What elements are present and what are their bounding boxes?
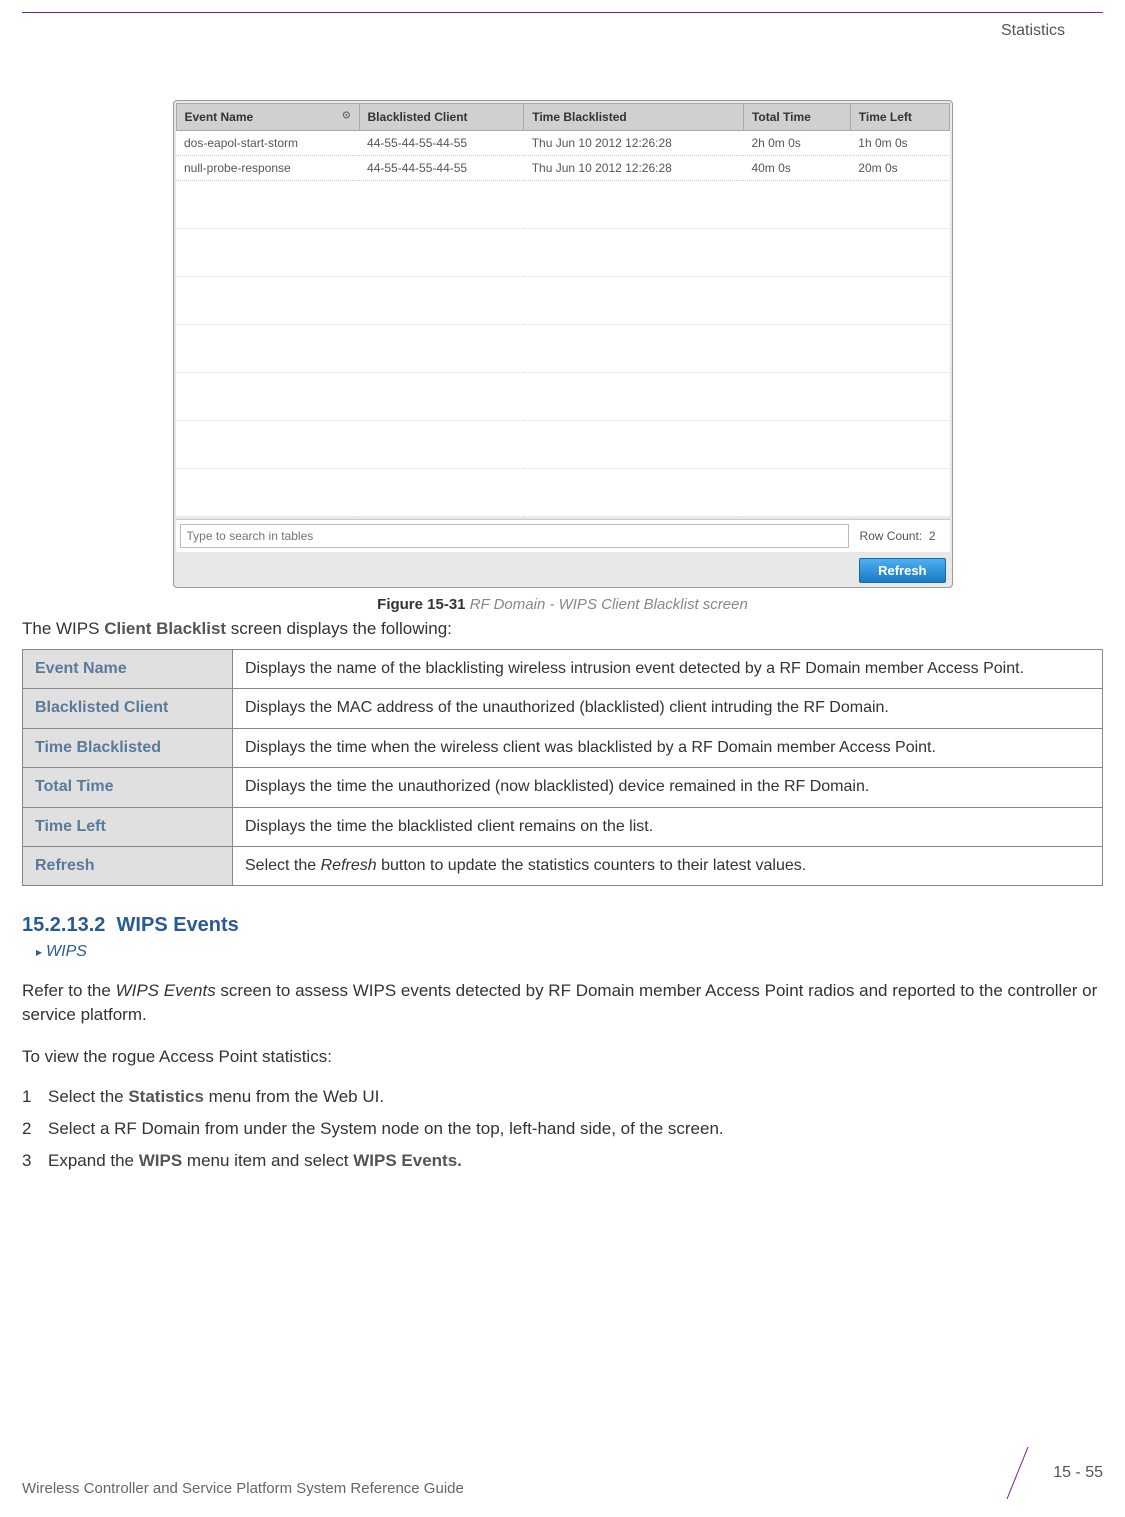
- desc-text: Displays the time the blacklisted client…: [233, 807, 1103, 846]
- table-row[interactable]: null-probe-response 44-55-44-55-44-55 Th…: [176, 156, 949, 181]
- table-row-empty: [176, 421, 949, 469]
- refresh-button[interactable]: Refresh: [859, 558, 945, 583]
- breadcrumb-arrow-icon: ▸: [36, 945, 42, 959]
- page-slash-icon: [993, 1449, 1041, 1497]
- footer-title: Wireless Controller and Service Platform…: [22, 1480, 464, 1497]
- sort-asc-icon: ⊙: [342, 110, 350, 121]
- screenshot-panel: Event Name⊙ Blacklisted Client Time Blac…: [173, 100, 953, 588]
- description-table: Event Name Displays the name of the blac…: [22, 649, 1103, 886]
- cell-timebl: Thu Jun 10 2012 12:26:28: [524, 156, 744, 181]
- step-number: 2: [22, 1119, 31, 1139]
- cell-client: 44-55-44-55-44-55: [359, 156, 524, 181]
- desc-label: Time Blacklisted: [23, 728, 233, 767]
- step-item: 2 Select a RF Domain from under the Syst…: [22, 1119, 1103, 1139]
- cell-total: 2h 0m 0s: [743, 131, 850, 156]
- page-footer: Wireless Controller and Service Platform…: [22, 1449, 1103, 1497]
- refresh-bar: Refresh: [176, 552, 950, 585]
- footer-right: 15 - 55: [993, 1449, 1103, 1497]
- col-time-blacklisted[interactable]: Time Blacklisted: [524, 104, 744, 131]
- figure-number: Figure 15-31: [377, 596, 465, 613]
- desc-text: Displays the time when the wireless clie…: [233, 728, 1103, 767]
- cell-timebl: Thu Jun 10 2012 12:26:28: [524, 131, 744, 156]
- table-row-empty: [176, 181, 949, 229]
- breadcrumb: ▸WIPS: [36, 943, 1103, 961]
- desc-text: Displays the MAC address of the unauthor…: [233, 689, 1103, 728]
- page-number: 15 - 55: [1053, 1464, 1103, 1482]
- paragraph: To view the rogue Access Point statistic…: [22, 1045, 1103, 1069]
- desc-text: Displays the name of the blacklisting wi…: [233, 650, 1103, 689]
- desc-label: Blacklisted Client: [23, 689, 233, 728]
- desc-label: Event Name: [23, 650, 233, 689]
- section-heading: 15.2.13.2 WIPS Events: [22, 914, 1103, 937]
- row-count-label: Row Count: 2: [849, 529, 945, 543]
- desc-text: Displays the time the unauthorized (now …: [233, 768, 1103, 807]
- table-row[interactable]: dos-eapol-start-storm 44-55-44-55-44-55 …: [176, 131, 949, 156]
- blacklist-table: Event Name⊙ Blacklisted Client Time Blac…: [176, 103, 950, 517]
- search-input[interactable]: [180, 524, 850, 548]
- table-footer: Row Count: 2: [176, 519, 950, 552]
- desc-label: Total Time: [23, 768, 233, 807]
- header-section-label: Statistics: [1001, 22, 1065, 40]
- step-list: 1 Select the Statistics menu from the We…: [22, 1087, 1103, 1171]
- cell-left: 1h 0m 0s: [850, 131, 949, 156]
- cell-total: 40m 0s: [743, 156, 850, 181]
- cell-event: null-probe-response: [176, 156, 359, 181]
- paragraph: Refer to the WIPS Events screen to asses…: [22, 979, 1103, 1027]
- figure-title: RF Domain - WIPS Client Blacklist screen: [470, 596, 748, 613]
- figure-caption: Figure 15-31 RF Domain - WIPS Client Bla…: [22, 596, 1103, 613]
- step-number: 1: [22, 1087, 31, 1107]
- intro-text: The WIPS Client Blacklist screen display…: [22, 619, 1103, 639]
- table-row-empty: [176, 469, 949, 517]
- table-row-empty: [176, 229, 949, 277]
- col-blacklisted-client[interactable]: Blacklisted Client: [359, 104, 524, 131]
- cell-client: 44-55-44-55-44-55: [359, 131, 524, 156]
- col-time-left[interactable]: Time Left: [850, 104, 949, 131]
- step-item: 1 Select the Statistics menu from the We…: [22, 1087, 1103, 1107]
- step-number: 3: [22, 1151, 31, 1171]
- col-event-name[interactable]: Event Name⊙: [176, 104, 359, 131]
- desc-text: Select the Refresh button to update the …: [233, 846, 1103, 885]
- desc-label: Time Left: [23, 807, 233, 846]
- col-total-time[interactable]: Total Time: [743, 104, 850, 131]
- table-row-empty: [176, 325, 949, 373]
- step-item: 3 Expand the WIPS menu item and select W…: [22, 1151, 1103, 1171]
- table-row-empty: [176, 373, 949, 421]
- desc-label: Refresh: [23, 846, 233, 885]
- cell-event: dos-eapol-start-storm: [176, 131, 359, 156]
- top-rule: [22, 12, 1103, 13]
- table-row-empty: [176, 277, 949, 325]
- page-content: Event Name⊙ Blacklisted Client Time Blac…: [22, 100, 1103, 1183]
- cell-left: 20m 0s: [850, 156, 949, 181]
